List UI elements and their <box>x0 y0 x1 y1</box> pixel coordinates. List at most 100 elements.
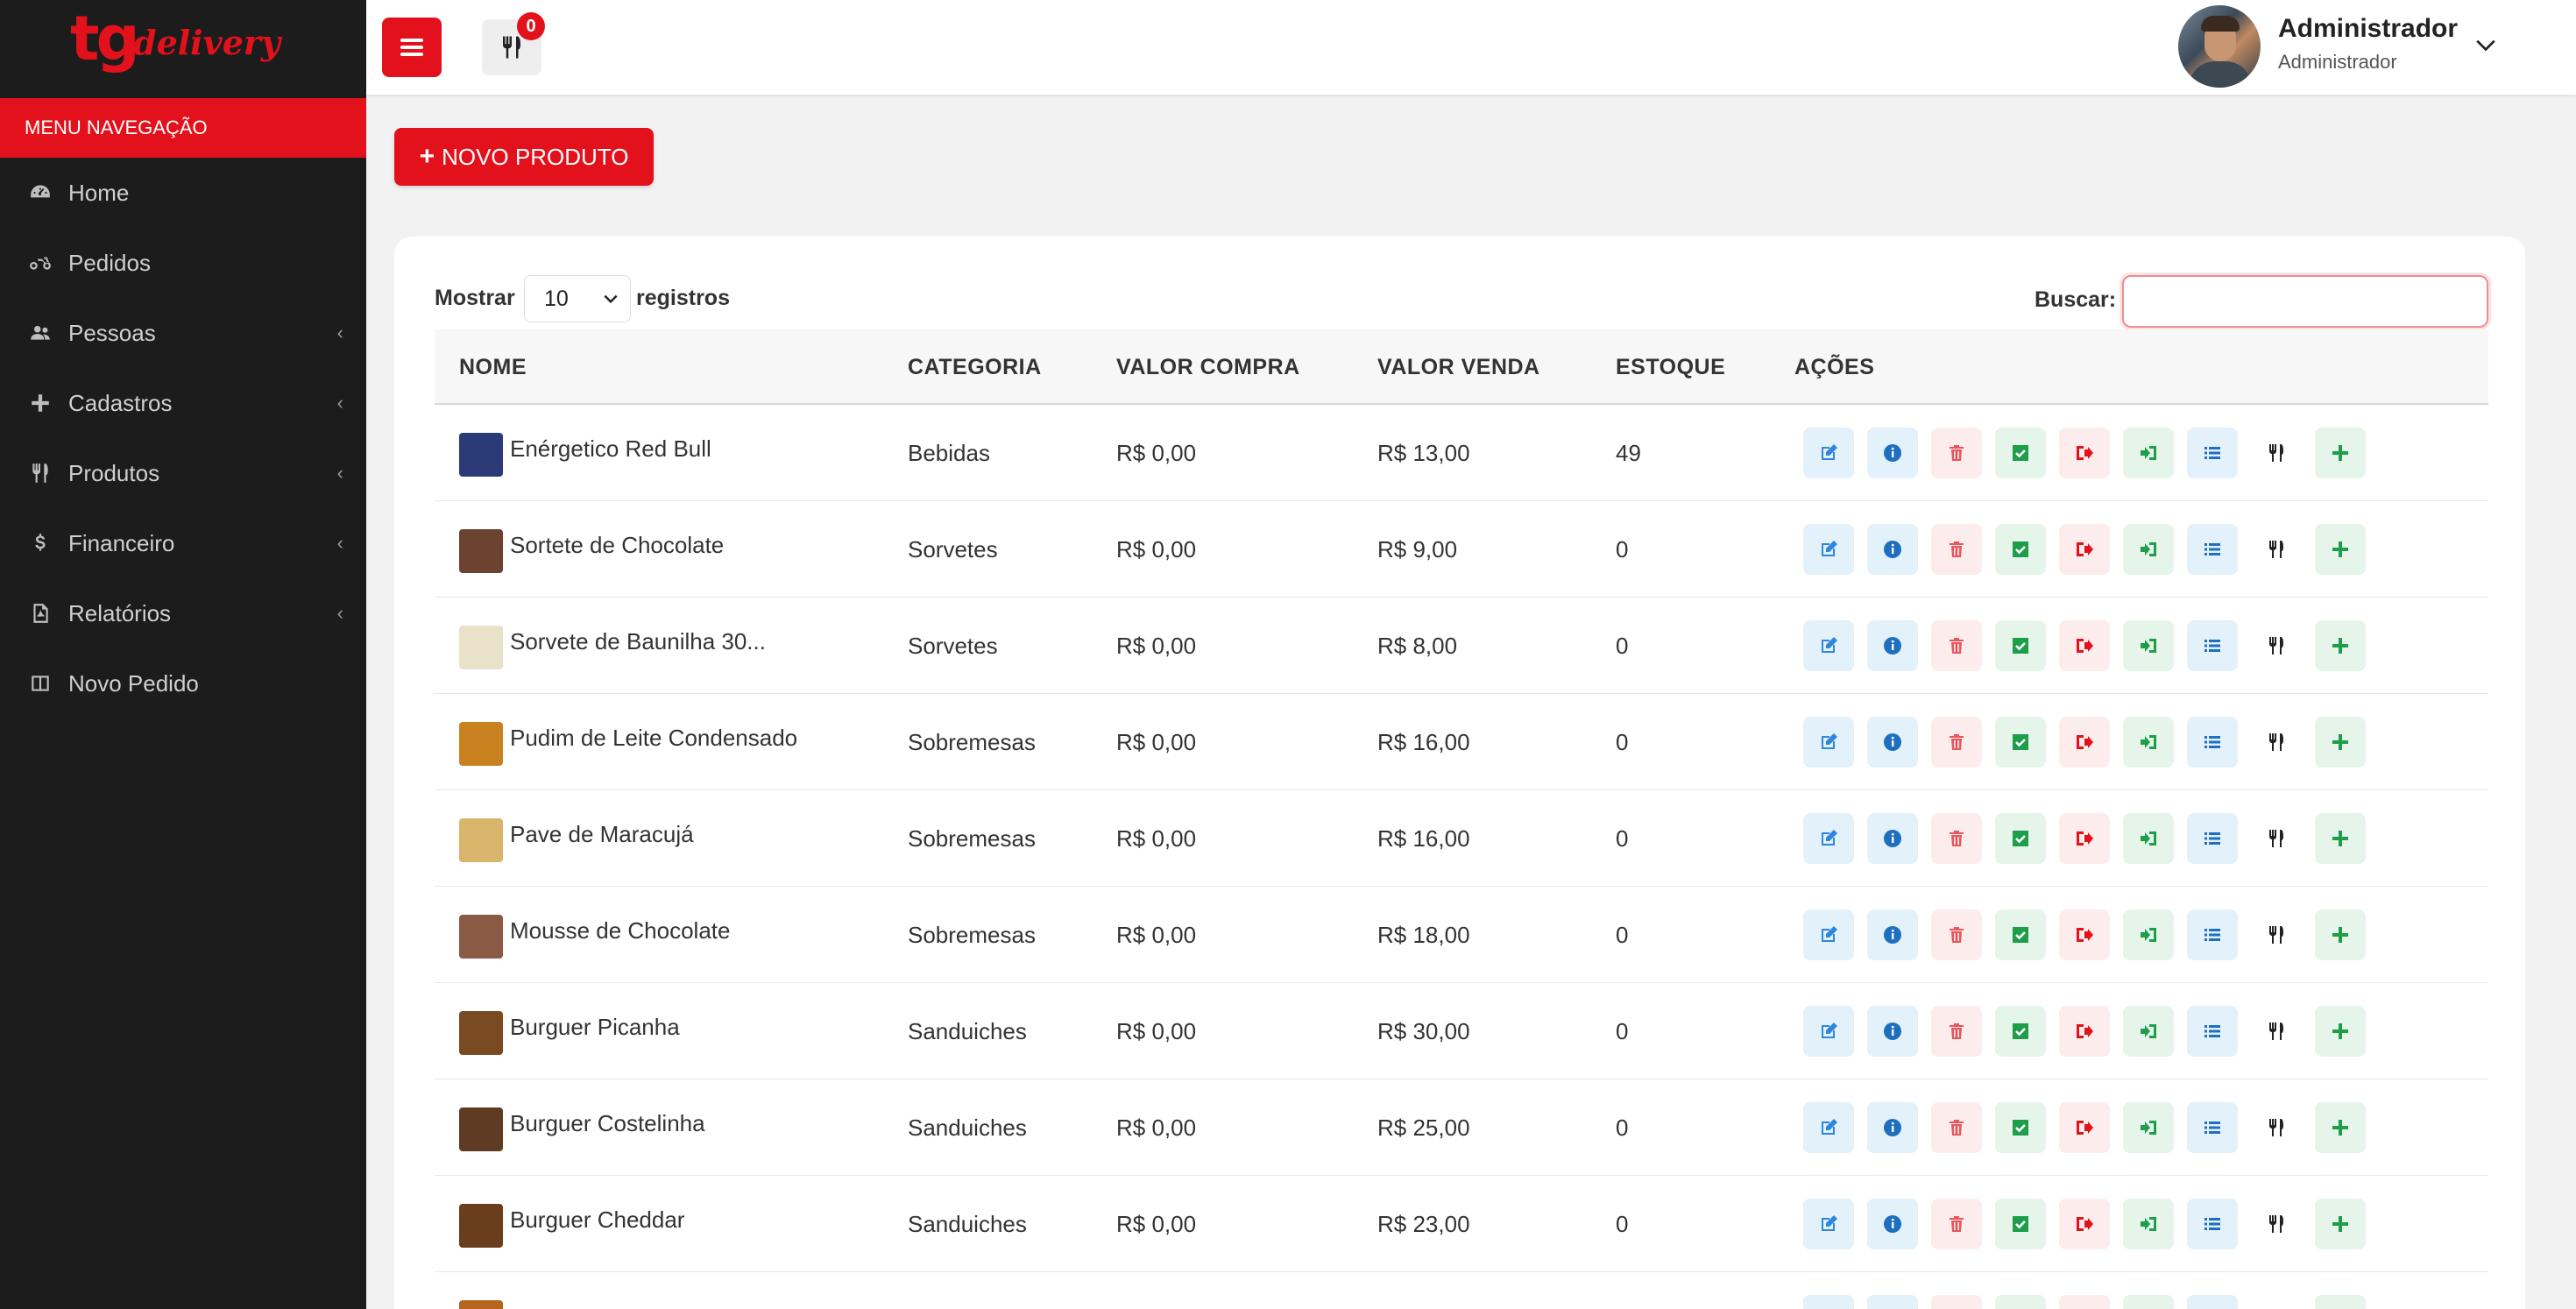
check-square-button[interactable] <box>1995 909 2046 960</box>
plus-button[interactable] <box>2315 428 2366 478</box>
sign-out-button[interactable] <box>2059 717 2110 768</box>
info-button[interactable] <box>1867 1102 1918 1153</box>
utensils-button[interactable] <box>2251 813 2302 864</box>
sign-in-button[interactable] <box>2123 428 2174 478</box>
info-button[interactable] <box>1867 1295 1918 1309</box>
list-button[interactable] <box>2187 620 2238 671</box>
check-square-button[interactable] <box>1995 428 2046 478</box>
info-button[interactable] <box>1867 428 1918 478</box>
plus-button[interactable] <box>2315 620 2366 671</box>
info-button[interactable] <box>1867 1199 1918 1249</box>
plus-button[interactable] <box>2315 524 2366 575</box>
info-button[interactable] <box>1867 717 1918 768</box>
sign-in-button[interactable] <box>2123 524 2174 575</box>
trash-button[interactable] <box>1931 620 1982 671</box>
chevron-down-icon[interactable] <box>2474 33 2497 56</box>
trash-button[interactable] <box>1931 813 1982 864</box>
plus-button[interactable] <box>2315 813 2366 864</box>
list-button[interactable] <box>2187 1006 2238 1057</box>
edit-button[interactable] <box>1803 428 1854 478</box>
plus-button[interactable] <box>2315 1102 2366 1153</box>
page-size-select[interactable]: 10 <box>524 275 631 322</box>
sign-in-button[interactable] <box>2123 1295 2174 1309</box>
trash-button[interactable] <box>1931 717 1982 768</box>
sidebar-item-pessoas[interactable]: Pessoas ‹ <box>0 298 366 368</box>
info-button[interactable] <box>1867 909 1918 960</box>
sign-out-button[interactable] <box>2059 428 2110 478</box>
trash-button[interactable] <box>1931 1006 1982 1057</box>
list-button[interactable] <box>2187 524 2238 575</box>
list-button[interactable] <box>2187 428 2238 478</box>
utensils-button[interactable] <box>2251 428 2302 478</box>
edit-button[interactable] <box>1803 1102 1854 1153</box>
user-avatar[interactable] <box>2178 5 2261 88</box>
utensils-button[interactable] <box>2251 1102 2302 1153</box>
edit-button[interactable] <box>1803 813 1854 864</box>
menu-toggle-button[interactable] <box>382 18 442 77</box>
check-square-button[interactable] <box>1995 1295 2046 1309</box>
sign-out-button[interactable] <box>2059 1199 2110 1249</box>
info-button[interactable] <box>1867 813 1918 864</box>
check-square-button[interactable] <box>1995 1199 2046 1249</box>
user-name[interactable]: Administrador <box>2278 14 2458 44</box>
sign-in-button[interactable] <box>2123 1006 2174 1057</box>
sidebar-item-home[interactable]: Home <box>0 158 366 228</box>
check-square-button[interactable] <box>1995 717 2046 768</box>
sidebar-item-cadastros[interactable]: Cadastros ‹ <box>0 368 366 438</box>
brand-logo[interactable]: tg delivery <box>0 0 366 98</box>
utensils-button[interactable] <box>2251 620 2302 671</box>
sign-out-button[interactable] <box>2059 620 2110 671</box>
sign-out-button[interactable] <box>2059 1006 2110 1057</box>
trash-button[interactable] <box>1931 909 1982 960</box>
edit-button[interactable] <box>1803 1295 1854 1309</box>
info-button[interactable] <box>1867 620 1918 671</box>
info-button[interactable] <box>1867 1006 1918 1057</box>
sidebar-item-novo-pedido[interactable]: Novo Pedido <box>0 648 366 718</box>
sign-out-button[interactable] <box>2059 1295 2110 1309</box>
col-estoque[interactable]: ESTOQUE <box>1616 329 1725 405</box>
list-button[interactable] <box>2187 1295 2238 1309</box>
sign-in-button[interactable] <box>2123 1102 2174 1153</box>
edit-button[interactable] <box>1803 524 1854 575</box>
col-categoria[interactable]: CATEGORIA <box>908 329 1042 405</box>
sign-out-button[interactable] <box>2059 1102 2110 1153</box>
sidebar-item-pedidos[interactable]: Pedidos <box>0 228 366 298</box>
sidebar-item-produtos[interactable]: Produtos ‹ <box>0 438 366 508</box>
check-square-button[interactable] <box>1995 524 2046 575</box>
utensils-button[interactable] <box>2251 524 2302 575</box>
sign-out-button[interactable] <box>2059 813 2110 864</box>
sign-in-button[interactable] <box>2123 813 2174 864</box>
trash-button[interactable] <box>1931 428 1982 478</box>
edit-button[interactable] <box>1803 1199 1854 1249</box>
col-nome[interactable]: NOME <box>459 329 527 405</box>
info-button[interactable] <box>1867 524 1918 575</box>
sign-out-button[interactable] <box>2059 524 2110 575</box>
utensils-button[interactable] <box>2251 1295 2302 1309</box>
check-square-button[interactable] <box>1995 813 2046 864</box>
list-button[interactable] <box>2187 813 2238 864</box>
check-square-button[interactable] <box>1995 1102 2046 1153</box>
search-input[interactable] <box>2122 275 2488 328</box>
plus-button[interactable] <box>2315 1006 2366 1057</box>
sidebar-item-relatorios[interactable]: Relatórios ‹ <box>0 578 366 648</box>
sign-in-button[interactable] <box>2123 909 2174 960</box>
utensils-button[interactable] <box>2251 909 2302 960</box>
utensils-button[interactable] <box>2251 717 2302 768</box>
plus-button[interactable] <box>2315 1295 2366 1309</box>
edit-button[interactable] <box>1803 909 1854 960</box>
sign-in-button[interactable] <box>2123 717 2174 768</box>
list-button[interactable] <box>2187 1102 2238 1153</box>
sign-in-button[interactable] <box>2123 1199 2174 1249</box>
col-valor-venda[interactable]: VALOR VENDA <box>1377 329 1540 405</box>
list-button[interactable] <box>2187 1199 2238 1249</box>
trash-button[interactable] <box>1931 524 1982 575</box>
sign-out-button[interactable] <box>2059 909 2110 960</box>
sidebar-item-financeiro[interactable]: Financeiro ‹ <box>0 508 366 578</box>
col-valor-compra[interactable]: VALOR COMPRA <box>1116 329 1300 405</box>
check-square-button[interactable] <box>1995 1006 2046 1057</box>
edit-button[interactable] <box>1803 620 1854 671</box>
trash-button[interactable] <box>1931 1295 1982 1309</box>
edit-button[interactable] <box>1803 1006 1854 1057</box>
plus-button[interactable] <box>2315 717 2366 768</box>
edit-button[interactable] <box>1803 717 1854 768</box>
